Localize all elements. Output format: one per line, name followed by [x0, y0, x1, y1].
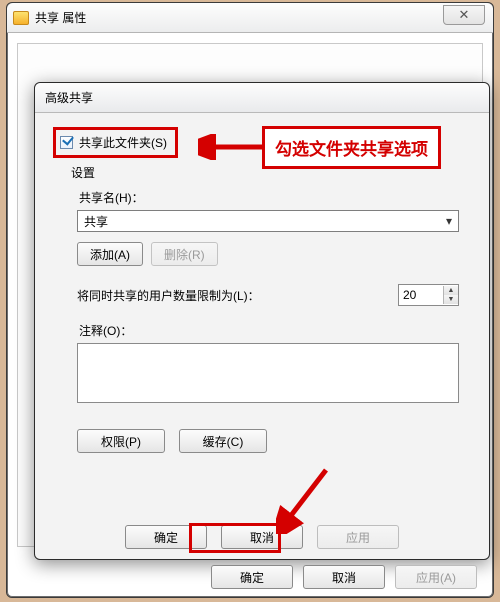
sharename-value: 共享: [84, 213, 108, 230]
folder-icon: [13, 11, 29, 25]
annotation-callout-text: 勾选文件夹共享选项: [275, 140, 428, 159]
sharename-combobox[interactable]: 共享 ▾: [77, 210, 459, 232]
close-icon: ✕: [459, 7, 470, 23]
inner-footer: 确定 取消 应用: [35, 525, 489, 549]
close-button[interactable]: ✕: [443, 5, 485, 25]
settings-group: 设置 共享名(H)： 共享 ▾ 添加(A) 删除(R) 将同时共享的用户数量限: [53, 164, 471, 453]
share-this-folder-checkbox-row[interactable]: 共享此文件夹(S): [53, 127, 178, 158]
outer-title: 共享 属性: [35, 9, 86, 26]
outer-body: 高级共享 共享此文件夹(S) 设置 共享名(H)： 共享 ▾: [17, 43, 483, 547]
user-limit-input[interactable]: [399, 285, 443, 305]
outer-cancel-button[interactable]: 取消: [303, 565, 385, 589]
outer-titlebar: 共享 属性 ✕: [7, 3, 493, 33]
comment-textarea[interactable]: [77, 343, 459, 403]
inner-cancel-button[interactable]: 取消: [221, 525, 303, 549]
chevron-down-icon: ▾: [440, 214, 458, 228]
inner-titlebar: 高级共享: [35, 83, 489, 113]
spinner-up-icon[interactable]: ▲: [444, 286, 458, 295]
outer-ok-button[interactable]: 确定: [211, 565, 293, 589]
outer-footer: 确定 取消 应用(A): [7, 565, 493, 589]
inner-apply-button: 应用: [317, 525, 399, 549]
inner-ok-button[interactable]: 确定: [125, 525, 207, 549]
inner-body: 共享此文件夹(S) 设置 共享名(H)： 共享 ▾ 添加(A) 删除(R): [35, 113, 489, 515]
user-limit-spinner[interactable]: ▲ ▼: [398, 284, 459, 306]
checkbox-icon: [60, 136, 73, 149]
add-button[interactable]: 添加(A): [77, 242, 143, 266]
share-checkbox-label: 共享此文件夹(S): [79, 134, 167, 151]
outer-apply-button: 应用(A): [395, 565, 477, 589]
remove-button: 删除(R): [151, 242, 218, 266]
inner-title: 高级共享: [45, 89, 93, 106]
comment-label: 注释(O)：: [79, 322, 471, 339]
limit-label: 将同时共享的用户数量限制为(L)：: [77, 287, 260, 304]
sharename-label: 共享名(H)：: [79, 189, 471, 206]
spinner-down-icon[interactable]: ▼: [444, 295, 458, 304]
permissions-button[interactable]: 权限(P): [77, 429, 165, 453]
properties-window: 共享 属性 ✕ 高级共享 共享此文件夹(S) 设置 共享名(H)：: [6, 2, 494, 598]
cache-button[interactable]: 缓存(C): [179, 429, 267, 453]
annotation-callout: 勾选文件夹共享选项: [262, 126, 441, 169]
